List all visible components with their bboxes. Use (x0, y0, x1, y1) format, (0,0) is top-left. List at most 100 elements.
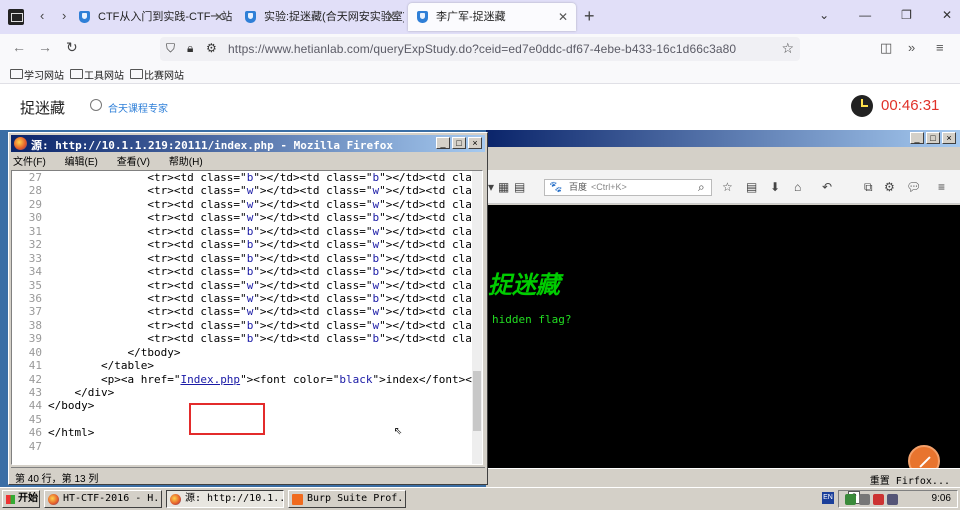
tray-app-icon[interactable] (887, 494, 898, 505)
table-row-line: 31 <tr><td class="b"></td><td class="w">… (12, 225, 482, 238)
undo-icon[interactable]: ↶ (822, 180, 832, 194)
scrollbar-thumb[interactable] (473, 371, 481, 431)
new-tab-button[interactable]: + (584, 6, 595, 27)
line-number: 28 (28, 184, 42, 198)
crop-icon[interactable]: ⧉ (864, 180, 873, 195)
minimize-button[interactable]: — (859, 8, 871, 22)
menu-icon[interactable]: ≡ (938, 180, 945, 194)
navigation-toolbar: ← → ↻ ⛉ 🔒︎ ⚙ https://www.hetianlab.com/q… (0, 34, 960, 64)
line-text: <tr><td class="b"></td><td class="w"></t… (48, 238, 482, 252)
pocket-icon[interactable]: ◫ (880, 40, 892, 56)
list-all-tabs-icon[interactable]: ⌄ (819, 8, 829, 22)
close-tab-icon[interactable]: ✕ (558, 3, 568, 31)
download-icon[interactable]: ⬇ (770, 180, 780, 194)
taskbar-item-active[interactable]: 源: http://10.1.... (166, 490, 284, 508)
tab-list-left-icon[interactable]: ‹ (40, 8, 44, 23)
line-number: 32 (28, 238, 42, 252)
line-text: <tr><td class="b"></td><td class="b"></t… (48, 171, 482, 184)
vertical-scrollbar[interactable] (472, 171, 482, 464)
bookmark-star-icon[interactable]: ☆ (781, 40, 794, 57)
search-icon[interactable]: ⌕ (698, 180, 705, 195)
page-content: 捉迷藏 hidden flag? (486, 205, 960, 487)
line-text: <tr><td class="b"></td><td class="b"></t… (48, 251, 482, 265)
security-icon[interactable] (873, 494, 884, 505)
search-input[interactable]: 百度 <Ctrl+K> (544, 179, 712, 196)
window-controls: _ □ × (436, 137, 482, 149)
line-number: 27 (28, 171, 42, 184)
minimize-button[interactable]: _ (910, 132, 924, 144)
line-number: 42 (28, 372, 42, 386)
home-icon[interactable]: ⌂ (794, 180, 801, 194)
url-bar[interactable]: ⛉ 🔒︎ ⚙ https://www.hetianlab.com/queryEx… (160, 37, 800, 61)
window-title-bar[interactable] (486, 130, 960, 147)
window-title-bar[interactable]: 源: http://10.1.1.219:20111/index.php - M… (11, 135, 485, 152)
close-button[interactable]: × (468, 137, 482, 149)
back-button[interactable]: ← (12, 39, 26, 55)
reset-firefox-link[interactable]: 重置 Firfox... (870, 472, 950, 487)
hamburger-menu-icon[interactable]: ≡ (936, 40, 944, 55)
baidu-paw-icon[interactable]: 🐾︎ (548, 180, 563, 194)
line-number: 40 (28, 345, 42, 359)
taskbar-item[interactable]: Burp Suite Prof... (288, 490, 406, 508)
menu-help[interactable]: 帮助(H) (169, 157, 203, 168)
window-controls: ⌄ — ❐ ✕ (819, 8, 952, 22)
menu-view[interactable]: 查看(V) (117, 157, 150, 168)
reload-button[interactable]: ↻ (66, 39, 78, 56)
line-text: <tr><td class="w"></td><td class="w"></t… (48, 278, 482, 292)
network-icon[interactable] (845, 494, 856, 505)
url-text[interactable]: https://www.hetianlab.com/queryExpStudy.… (228, 42, 736, 56)
shield-favicon-icon (417, 11, 428, 23)
bookmark-folder[interactable]: 学习网站 (10, 67, 64, 82)
bookmark-folder[interactable]: 工具网站 (70, 67, 124, 82)
line-text: </html> (48, 426, 95, 440)
window-controls: _ □ × (910, 132, 956, 144)
line-number: 45 (28, 412, 42, 426)
line-text: <tr><td class="w"></td><td class="b"></t… (48, 291, 482, 305)
source-code-view[interactable]: 27 <tr><td class="b"></td><td class="b">… (11, 170, 483, 465)
volume-icon[interactable] (859, 494, 870, 505)
minimize-button[interactable]: _ (436, 137, 450, 149)
close-button[interactable]: × (942, 132, 956, 144)
grid-icon[interactable]: ▤ (514, 180, 525, 194)
browser-toolbar: ▾ ▦ ▤ 百度 <Ctrl+K> 🐾︎ ⌕ ☆ ▤ ⬇ ⌂ ↶ ⧉ ⚙ 💬︎ ≡ (486, 170, 960, 204)
table-row-line: 36 <tr><td class="w"></td><td class="b">… (12, 292, 482, 305)
menu-edit[interactable]: 编辑(E) (65, 157, 98, 168)
maximize-button[interactable]: □ (926, 132, 940, 144)
dropdown-icon[interactable]: ▾ (488, 180, 494, 194)
burp-suite-icon (292, 494, 303, 505)
code-line: 47 (12, 440, 482, 453)
bookmark-star-icon[interactable]: ☆ (722, 180, 733, 194)
qr-code-icon[interactable]: ▦ (498, 180, 509, 194)
taskbar-item[interactable]: HT-CTF-2016 - H... (44, 490, 162, 508)
shield-icon[interactable]: ⛉ (166, 41, 175, 56)
course-expert-link[interactable]: 合天课程专家 (90, 99, 168, 115)
restore-button[interactable]: ❐ (901, 8, 912, 22)
browser-tab-bar: ‹ › CTF从入门到实践-CTF一站式学 ✕ 实验:捉迷藏(合天网安实验室) … (0, 0, 960, 34)
app-menu-icon[interactable] (8, 9, 24, 25)
forward-button[interactable]: → (38, 39, 52, 55)
menu-file[interactable]: 文件(F) (13, 157, 46, 168)
close-tab-icon[interactable]: ✕ (214, 3, 224, 31)
tab-experiment[interactable]: 实验:捉迷藏(合天网安实验室) ✕ (236, 3, 404, 31)
close-window-button[interactable]: ✕ (942, 8, 952, 22)
start-button[interactable]: 开始 (2, 490, 40, 508)
background-browser-window[interactable]: _ □ × ▾ ▦ ▤ 百度 <Ctrl+K> 🐾︎ ⌕ ☆ ▤ ⬇ ⌂ ↶ ⧉ … (486, 130, 960, 487)
tab-list-right-icon[interactable]: › (62, 8, 66, 23)
maximize-button[interactable]: □ (452, 137, 466, 149)
tab-ctf[interactable]: CTF从入门到实践-CTF一站式学 ✕ (70, 3, 232, 31)
language-indicator[interactable]: EN (822, 492, 834, 504)
gear-icon[interactable]: ⚙ (884, 180, 895, 194)
remote-desktop[interactable]: _ □ × ▾ ▦ ▤ 百度 <Ctrl+K> 🐾︎ ⌕ ☆ ▤ ⬇ ⌂ ↶ ⧉ … (0, 130, 960, 487)
page-title: 捉迷藏 (20, 100, 66, 117)
tab-active[interactable]: 李广军-捉迷藏 ✕ (408, 3, 576, 31)
chat-icon[interactable]: 💬︎ (906, 180, 921, 194)
close-tab-icon[interactable]: ✕ (386, 3, 396, 31)
lock-icon[interactable]: 🔒︎ (187, 41, 193, 56)
overflow-menu-icon[interactable]: » (908, 40, 915, 55)
table-row-line: 39 <tr><td class="b"></td><td class="b">… (12, 332, 482, 345)
permissions-icon[interactable]: ⚙ (206, 41, 217, 55)
bookmarks-menu-icon[interactable]: ▤ (746, 180, 757, 194)
bookmark-folder[interactable]: 比赛网站 (130, 67, 184, 82)
view-source-window[interactable]: 源: http://10.1.1.219:20111/index.php - M… (8, 132, 488, 485)
table-row-line: 37 <tr><td class="w"></td><td class="w">… (12, 305, 482, 318)
